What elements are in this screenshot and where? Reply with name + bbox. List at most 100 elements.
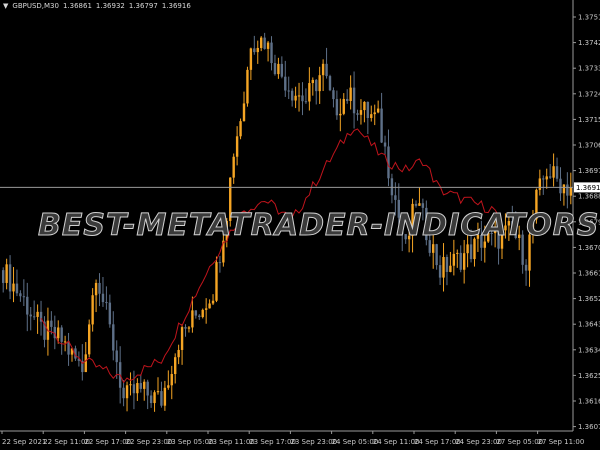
bull-candle <box>376 108 380 113</box>
bull-candle <box>466 244 469 254</box>
bear-candle <box>524 264 528 271</box>
time-tick-label: 22 Sep 2021 <box>2 438 46 446</box>
bear-candle <box>132 384 136 394</box>
price-tick-label: 1.36705 <box>578 244 600 252</box>
price-tick-label: 1.37425 <box>578 39 600 47</box>
price-tick-label: 1.37245 <box>578 90 600 98</box>
bull-candle <box>88 324 91 355</box>
bull-candle <box>208 303 211 309</box>
bear-candle <box>29 314 32 317</box>
bear-candle <box>115 350 118 363</box>
price-tick-label: 1.36975 <box>578 167 600 175</box>
bull-candle <box>211 300 215 304</box>
bear-candle <box>335 99 339 116</box>
bear-candle <box>356 113 359 115</box>
bull-candle <box>260 37 263 48</box>
bear-candle <box>559 178 562 194</box>
bull-candle <box>462 253 466 270</box>
bear-candle <box>301 95 304 102</box>
bear-candle <box>284 76 287 91</box>
bull-candle <box>308 83 311 102</box>
bull-candle <box>359 110 363 115</box>
bear-candle <box>50 320 53 327</box>
bear-candle <box>146 381 149 396</box>
bear-candle <box>380 108 383 143</box>
bear-candle <box>15 283 19 294</box>
bear-candle <box>105 302 108 304</box>
bear-candle <box>108 302 112 325</box>
chart-header: ▼ GBPUSD,M30 1.36861 1.36932 1.36797 1.36916 <box>3 2 195 10</box>
price-tick-label: 1.36615 <box>578 270 600 278</box>
bull-candle <box>321 63 325 76</box>
bull-candle <box>163 387 167 406</box>
time-tick-label: 23 Sep 11:00 <box>208 438 255 446</box>
chart-window[interactable]: 1.37515 1.37425 1.37335 1.37245 1.37155 1.370… <box>0 0 600 450</box>
bull-candle <box>12 283 15 292</box>
price-tick-label: 1.36165 <box>578 398 600 406</box>
price-tick-label: 1.36255 <box>578 372 600 380</box>
bull-candle <box>318 75 321 92</box>
bear-candle <box>32 316 36 318</box>
bull-candle <box>456 252 459 254</box>
bear-candle <box>19 293 22 297</box>
bear-candle <box>98 282 101 294</box>
bear-candle <box>435 244 438 266</box>
bear-candle <box>280 63 284 77</box>
bull-candle <box>174 357 177 375</box>
bull-candle <box>242 103 246 122</box>
bull-candle <box>311 79 314 84</box>
bull-candle <box>36 311 39 317</box>
time-tick-label: 24 Sep 05:00 <box>332 438 379 446</box>
bull-candle <box>63 341 67 343</box>
bull-candle <box>94 282 98 296</box>
bull-candle <box>294 95 297 101</box>
bear-candle <box>469 244 473 260</box>
bear-candle <box>328 76 332 91</box>
bear-candle <box>315 79 318 92</box>
time-tick-label: 23 Sep 17:00 <box>249 438 296 446</box>
bull-candle <box>297 95 301 97</box>
bull-candle <box>5 264 8 283</box>
symbol-label: GBPUSD,M30 <box>12 2 59 10</box>
bull-candle <box>232 156 235 178</box>
bear-candle <box>325 63 328 77</box>
bear-candle <box>290 90 294 101</box>
bear-candle <box>184 327 187 329</box>
bull-candle <box>249 48 253 70</box>
collapse-arrow-icon[interactable]: ▼ <box>3 2 8 10</box>
time-tick-label: 24 Sep 23:00 <box>455 438 502 446</box>
bear-candle <box>459 252 462 270</box>
time-tick-label: 23 Sep 23:00 <box>290 438 337 446</box>
bear-candle <box>149 395 153 404</box>
price-tick-label: 1.36075 <box>578 423 600 431</box>
bear-candle <box>566 184 569 196</box>
bull-candle <box>418 203 421 206</box>
bear-candle <box>555 166 559 179</box>
bear-candle <box>542 178 545 180</box>
bull-candle <box>449 265 452 272</box>
bull-candle <box>373 112 376 115</box>
time-tick-label: 22 Sep 11:00 <box>43 438 90 446</box>
bull-candle <box>84 354 87 373</box>
bear-candle <box>194 310 198 316</box>
bull-candle <box>432 244 435 253</box>
bull-candle <box>545 176 548 180</box>
bear-candle <box>332 90 335 100</box>
bear-candle <box>438 265 442 278</box>
time-tick-label: 27 Sep 11:00 <box>538 438 585 446</box>
bear-candle <box>122 387 125 399</box>
current-price-label: 1.36916 <box>576 184 600 192</box>
bull-candle <box>143 381 146 389</box>
bear-candle <box>253 48 256 53</box>
price-tick-label: 1.36345 <box>578 346 600 354</box>
bull-candle <box>91 295 94 325</box>
bull-candle <box>256 47 259 53</box>
bear-candle <box>198 315 201 318</box>
bull-candle <box>349 87 352 101</box>
bull-candle <box>125 385 129 399</box>
bull-candle <box>191 310 194 328</box>
bear-candle <box>287 90 290 92</box>
bull-candle <box>363 101 366 111</box>
bear-candle <box>139 383 142 389</box>
bear-candle <box>390 178 394 196</box>
